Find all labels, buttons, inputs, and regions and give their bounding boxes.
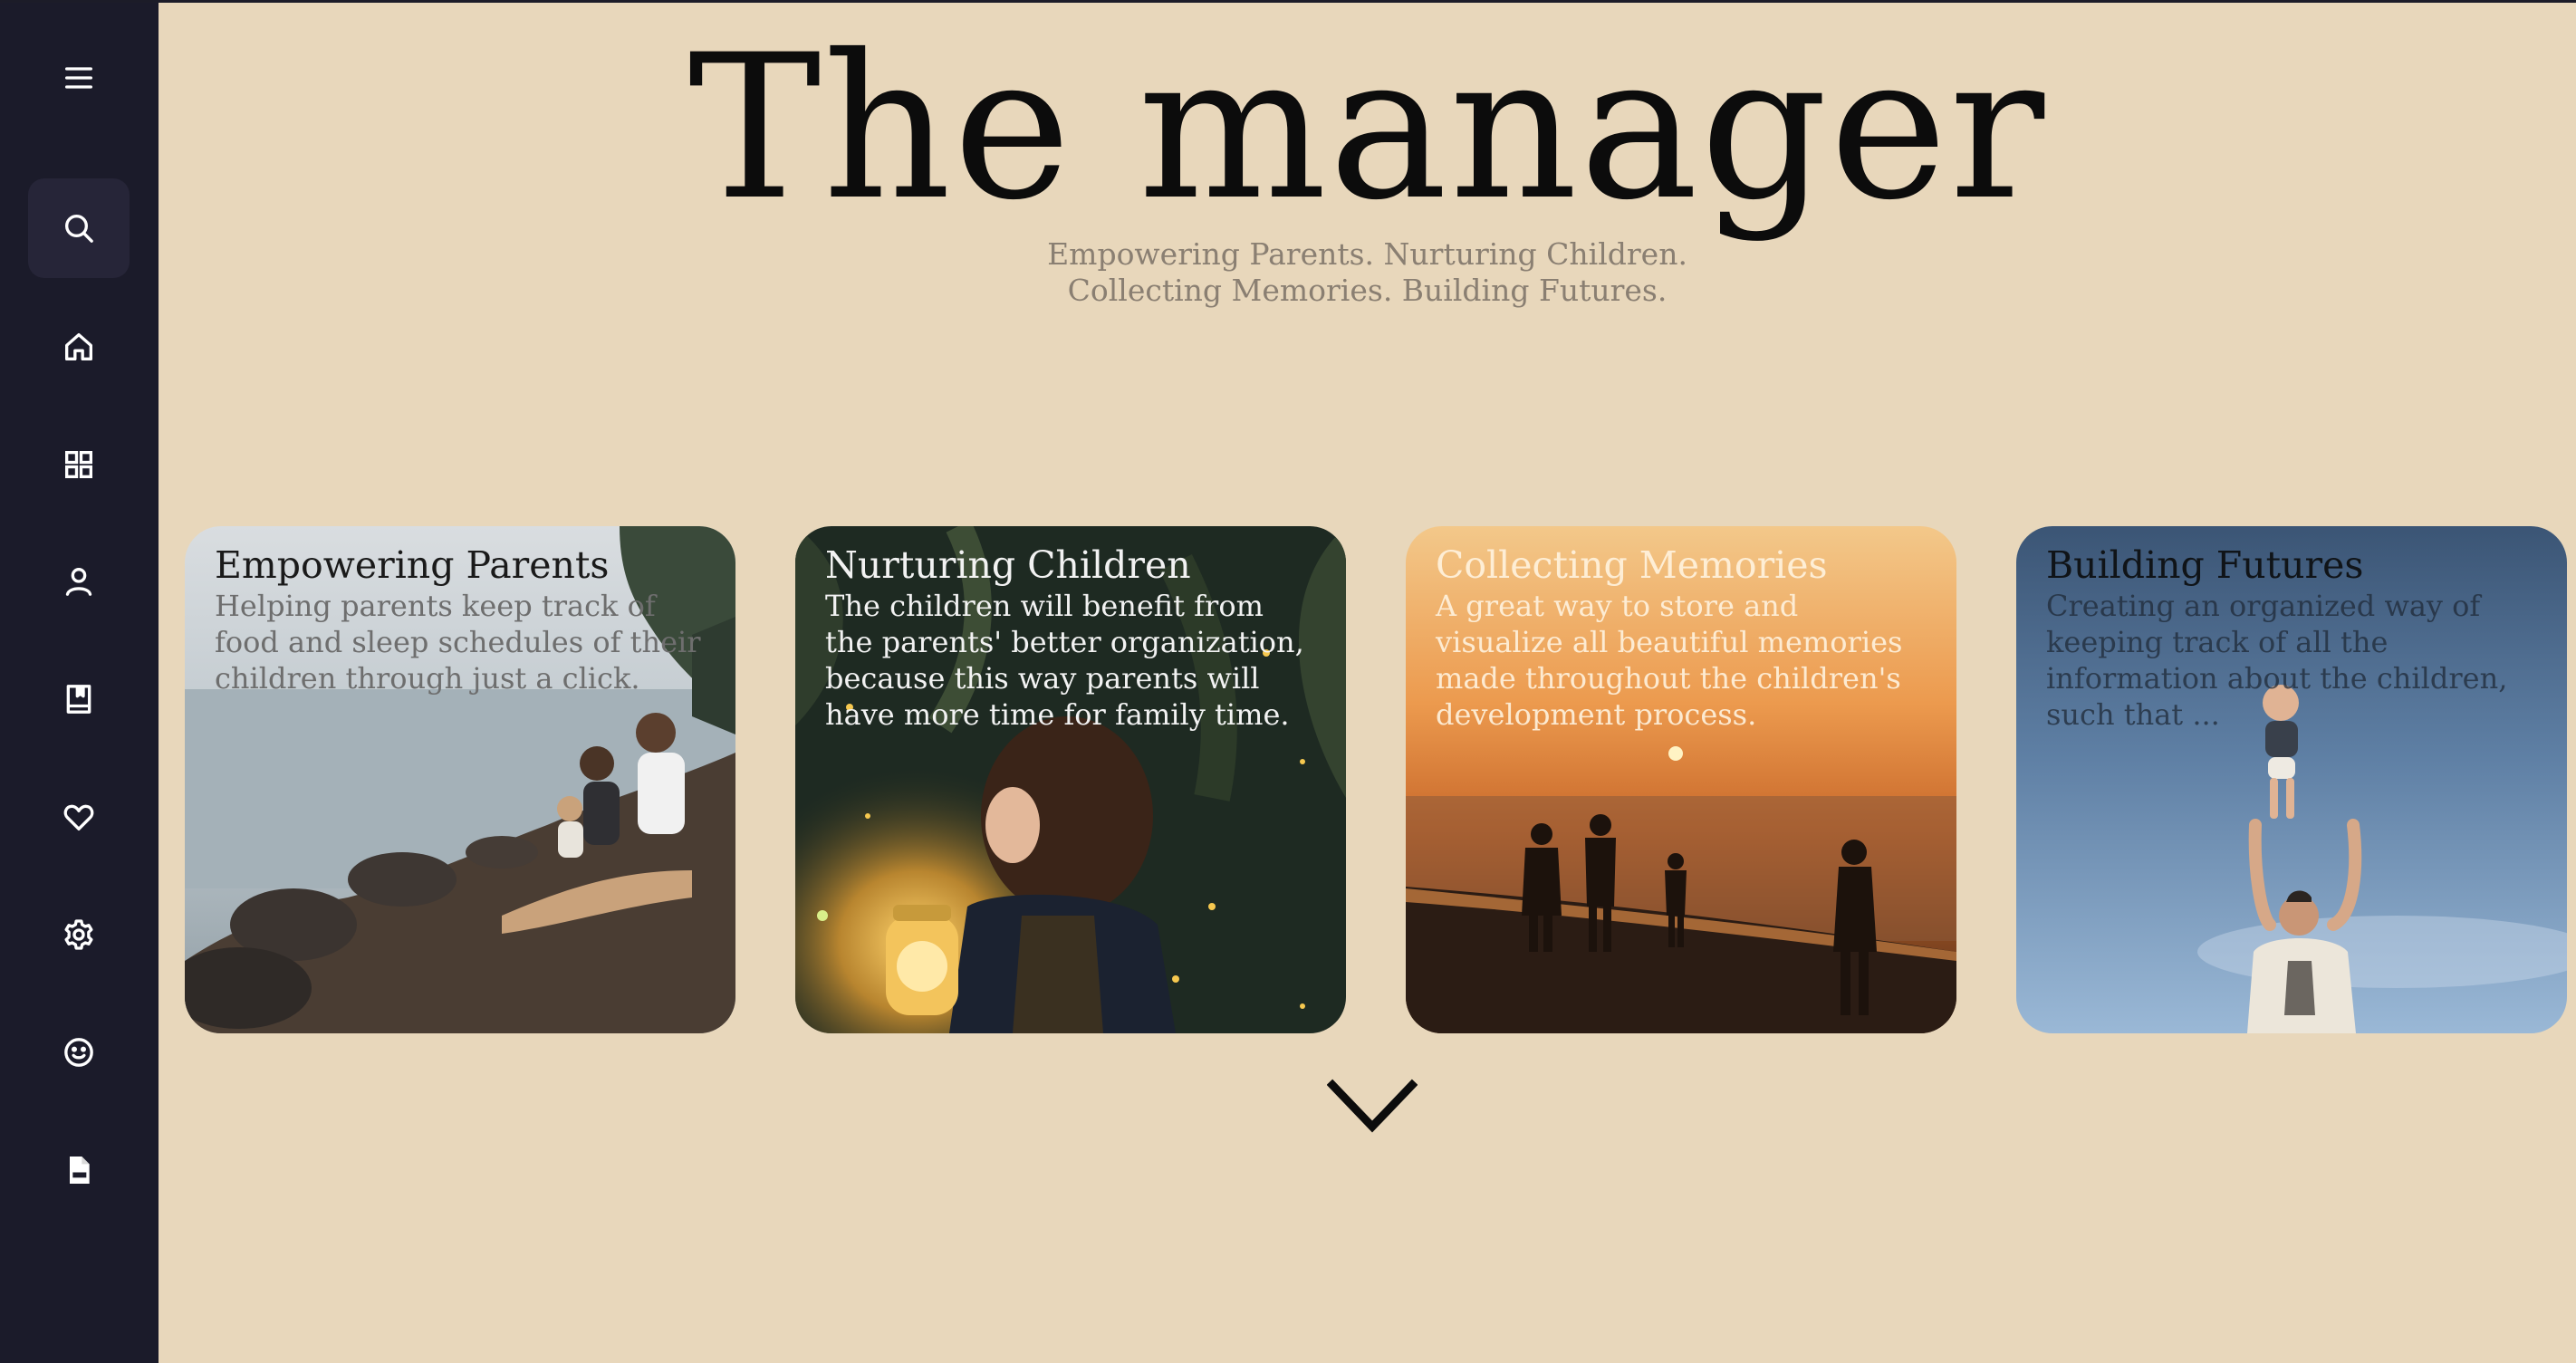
card-text: Collecting Memories A great way to store… (1436, 542, 1929, 733)
search-icon (65, 215, 93, 243)
smiley-icon (64, 1038, 93, 1067)
sidebar (0, 3, 159, 1363)
sidebar-item-profile[interactable] (28, 532, 130, 631)
sidebar-item-favorites[interactable] (28, 767, 130, 867)
card-description: The children will benefit from the paren… (825, 589, 1304, 732)
gear-icon (64, 919, 93, 950)
card-title: Empowering Parents (215, 543, 610, 587)
card-building-futures[interactable]: Building Futures Creating an organized w… (2016, 526, 2567, 1033)
hamburger-menu-icon (65, 67, 93, 89)
sidebar-item-journal[interactable] (28, 649, 130, 749)
chevron-down-icon (1326, 1079, 1418, 1133)
card-title: Building Futures (2046, 543, 2364, 587)
card-description: Creating an organized way of keeping tra… (2046, 589, 2508, 732)
sidebar-item-documents[interactable] (28, 1120, 130, 1220)
card-description: A great way to store and visualize all b… (1436, 589, 1903, 732)
scroll-down-button[interactable] (1326, 1076, 1418, 1139)
subtitle-line-2: Collecting Memories. Building Futures. (1067, 273, 1668, 308)
card-text: Building Futures Creating an organized w… (2046, 542, 2540, 733)
card-title: Collecting Memories (1436, 543, 1828, 587)
home-icon (65, 333, 93, 360)
card-title: Nurturing Children (825, 543, 1191, 587)
card-nurturing-children[interactable]: Nurturing Children The children will ben… (795, 526, 1346, 1033)
heart-icon (63, 804, 94, 830)
user-icon (65, 568, 92, 596)
sidebar-item-mood[interactable] (28, 1003, 130, 1102)
page-title: The manager (687, 12, 2047, 244)
subtitle-line-1: Empowering Parents. Nurturing Children. (1047, 236, 1687, 272)
book-icon (66, 685, 91, 714)
page-subtitle: Empowering Parents. Nurturing Children. … (159, 236, 2576, 309)
card-empowering-parents[interactable]: Empowering Parents Helping parents keep … (185, 526, 735, 1033)
app-root: The manager Empowering Parents. Nurturin… (0, 0, 2576, 1363)
card-collecting-memories[interactable]: Collecting Memories A great way to store… (1406, 526, 1956, 1033)
card-text: Empowering Parents Helping parents keep … (215, 542, 708, 696)
card-text: Nurturing Children The children will ben… (825, 542, 1319, 733)
sidebar-item-search[interactable] (28, 178, 130, 278)
grid-icon (65, 451, 92, 478)
menu-button[interactable] (28, 28, 130, 128)
main-content: The manager Empowering Parents. Nurturin… (159, 3, 2576, 1363)
sidebar-item-dashboard[interactable] (28, 415, 130, 514)
sidebar-item-home[interactable] (28, 297, 130, 397)
sidebar-item-settings[interactable] (28, 885, 130, 984)
document-icon (70, 1157, 90, 1184)
card-description: Helping parents keep track of food and s… (215, 589, 701, 696)
